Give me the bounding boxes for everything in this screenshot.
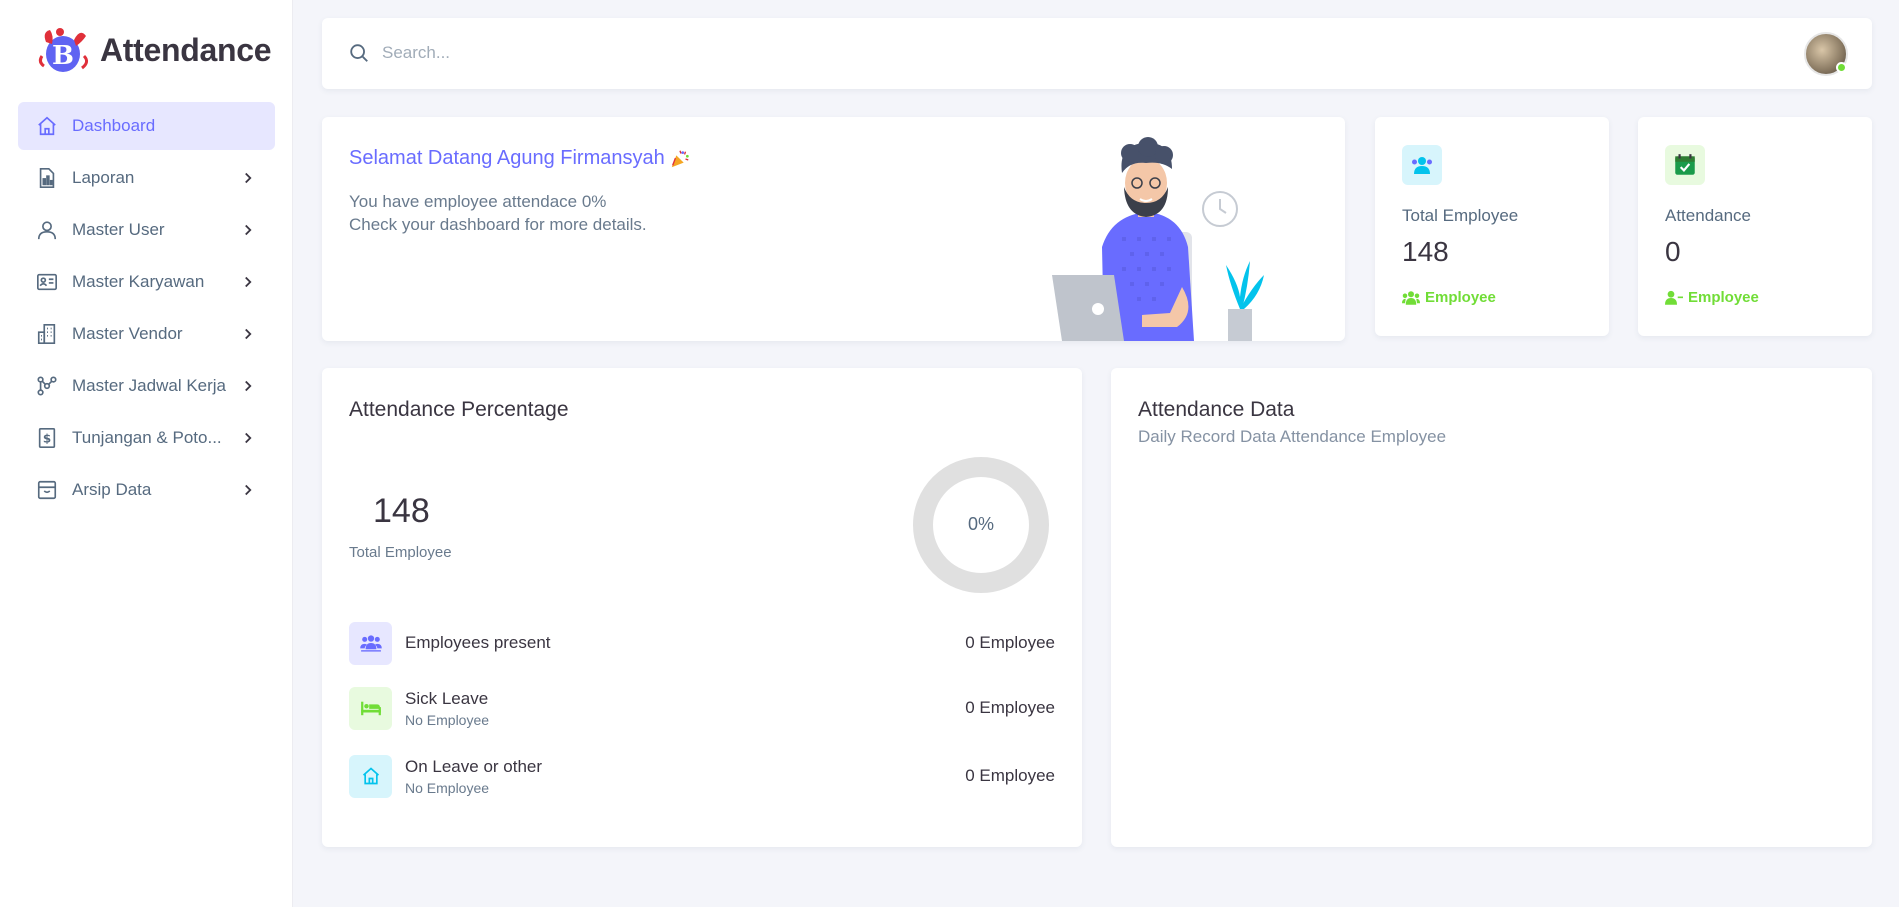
row-subtitle: No Employee — [405, 711, 490, 728]
sidebar-item-label: Arsip Data — [72, 480, 152, 499]
total-employee-value: 148 — [373, 492, 430, 530]
sidebar-item-laporan[interactable]: Laporan — [18, 154, 275, 202]
search-input[interactable] — [382, 38, 982, 68]
party-popper-icon — [671, 150, 689, 167]
report-icon — [36, 167, 58, 189]
sidebar-item-label: Tunjangan & Poto... — [72, 428, 222, 447]
chevron-right-icon — [245, 432, 252, 444]
chevron-right-icon — [245, 276, 252, 288]
search-icon[interactable] — [348, 42, 370, 64]
archive-icon — [36, 479, 58, 501]
welcome-line-2: Check your dashboard for more details. — [349, 215, 647, 234]
chevron-right-icon — [245, 484, 252, 496]
welcome-message: You have employee attendace 0% Check you… — [349, 190, 647, 236]
card-subtitle: Daily Record Data Attendance Employee — [1138, 427, 1447, 446]
id-card-icon — [36, 271, 58, 293]
stat-label: Attendance — [1665, 206, 1752, 225]
user-icon — [36, 219, 58, 241]
sidebar: B Attendance Dashboard Laporan Master Us… — [0, 0, 293, 907]
row-value: 0 Employee — [965, 633, 1055, 652]
sidebar-item-tunjangan[interactable]: $ Tunjangan & Poto... — [18, 414, 275, 462]
donut-percent-label: 0% — [967, 514, 994, 534]
users-small-icon — [1402, 290, 1420, 305]
welcome-card: Selamat Datang Agung Firmansyah You have… — [322, 117, 1345, 341]
row-title: Sick Leave — [405, 688, 489, 708]
welcome-line-1: You have employee attendace 0% — [349, 192, 607, 211]
stat-value: 148 — [1402, 236, 1449, 267]
chevron-right-icon — [245, 172, 252, 184]
row-value: 0 Employee — [965, 698, 1055, 717]
sidebar-item-label: Dashboard — [72, 116, 156, 135]
dollar-receipt-icon: $ — [36, 427, 58, 449]
sidebar-item-master-jadwal-kerja[interactable]: Master Jadwal Kerja — [18, 362, 275, 410]
online-status-dot — [1836, 62, 1847, 73]
row-text: Employees present — [405, 633, 965, 653]
sidebar-item-label: Master User — [72, 220, 165, 239]
list-item: Employees present 0 Employee — [349, 621, 1055, 665]
card-title: Attendance Data — [1138, 398, 1295, 421]
chevron-right-icon — [245, 380, 252, 392]
attendance-data-card: Attendance Data Daily Record Data Attend… — [1111, 368, 1872, 847]
welcome-title: Selamat Datang Agung Firmansyah — [349, 147, 691, 170]
network-icon — [36, 375, 58, 397]
calendar-check-icon — [1665, 145, 1705, 185]
sidebar-item-master-karyawan[interactable]: Master Karyawan — [18, 258, 275, 306]
top-navbar — [322, 18, 1872, 89]
sidebar-item-dashboard[interactable]: Dashboard — [18, 102, 275, 150]
svg-text:B: B — [52, 41, 74, 71]
chevron-right-icon — [245, 328, 252, 340]
attendance-percentage-card: Attendance Percentage 148 Total Employee… — [322, 368, 1082, 847]
list-item: Sick Leave No Employee 0 Employee — [349, 686, 1055, 730]
row-text: Sick Leave No Employee — [405, 689, 965, 728]
row-value: 0 Employee — [965, 766, 1055, 785]
welcome-title-text: Selamat Datang Agung Firmansyah — [349, 147, 665, 169]
bed-icon — [349, 686, 392, 730]
svg-text:$: $ — [43, 432, 51, 446]
row-title: On Leave or other — [405, 756, 543, 776]
chevron-right-icon — [245, 224, 252, 236]
brand-logo-icon: B — [38, 28, 89, 72]
stat-label: Total Employee — [1402, 206, 1519, 225]
card-title: Attendance Percentage — [349, 398, 569, 421]
sidebar-item-label: Master Karyawan — [72, 272, 205, 291]
man-with-laptop-illustration — [1052, 137, 1264, 341]
brand[interactable]: B Attendance — [36, 26, 272, 74]
home-outline-icon — [349, 754, 392, 798]
stat-footer-label: Employee — [1688, 289, 1759, 306]
list-item: On Leave or other No Employee 0 Employee — [349, 754, 1055, 798]
sidebar-item-label: Laporan — [72, 168, 135, 187]
sidebar-item-master-user[interactable]: Master User — [18, 206, 275, 254]
row-text: On Leave or other No Employee — [405, 757, 965, 796]
sidebar-item-label: Master Vendor — [72, 324, 183, 343]
home-icon — [36, 115, 58, 137]
user-minus-icon — [1665, 290, 1683, 305]
total-employee-card: Total Employee 148 Employee — [1375, 117, 1609, 336]
avatar[interactable] — [1804, 32, 1848, 76]
stat-footer-label: Employee — [1425, 289, 1496, 306]
stat-footer: Employee — [1402, 289, 1496, 306]
brand-title: Attendance — [100, 31, 272, 68]
users-icon — [1402, 145, 1442, 185]
stat-value: 0 — [1665, 236, 1681, 267]
stat-footer: Employee — [1665, 289, 1759, 306]
row-title: Employees present — [405, 633, 551, 652]
building-icon — [36, 323, 58, 345]
sidebar-item-master-vendor[interactable]: Master Vendor — [18, 310, 275, 358]
group-icon — [349, 621, 392, 665]
attendance-card: Attendance 0 Employee — [1638, 117, 1872, 336]
row-subtitle: No Employee — [405, 779, 490, 796]
sidebar-item-label: Master Jadwal Kerja — [72, 376, 227, 395]
sidebar-nav: Dashboard Laporan Master User Master Kar… — [18, 102, 275, 518]
sidebar-item-arsip-data[interactable]: Arsip Data — [18, 466, 275, 514]
total-employee-label: Total Employee — [349, 544, 452, 561]
